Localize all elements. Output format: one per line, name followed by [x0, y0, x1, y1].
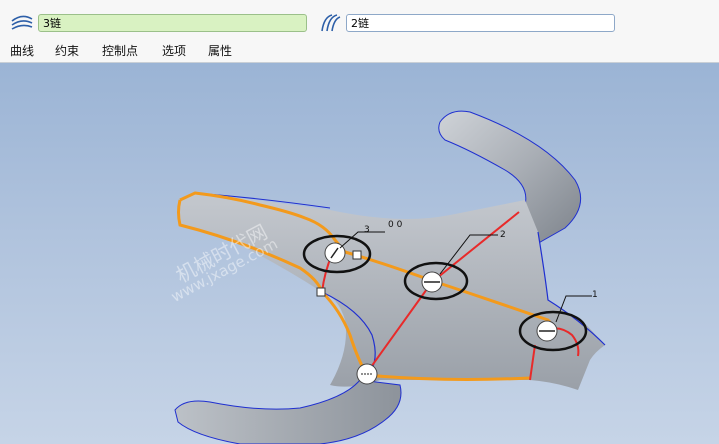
- model-canvas[interactable]: [0, 63, 719, 444]
- menu-properties[interactable]: 属性: [208, 42, 232, 59]
- handle-2[interactable]: [421, 271, 443, 293]
- point-marker[interactable]: [352, 250, 362, 260]
- chain-toolbar: [0, 0, 719, 38]
- chain-curve-icon: [318, 13, 342, 33]
- menu-bar: 曲线 约束 控制点 选项 属性: [0, 38, 719, 63]
- label-0-0: 0 0: [388, 220, 403, 230]
- chain-curve-icon: [10, 13, 34, 33]
- surface-arm-lower: [174, 379, 402, 444]
- menu-constraints[interactable]: 约束: [55, 42, 79, 59]
- label-2: 2: [500, 230, 506, 240]
- point-marker[interactable]: [316, 287, 326, 297]
- chain-2-field[interactable]: [346, 14, 615, 32]
- handle-lower[interactable]: [356, 363, 378, 385]
- chain-1-field[interactable]: [38, 14, 307, 32]
- handle-1[interactable]: [536, 320, 558, 342]
- label-3: 3: [364, 225, 370, 235]
- menu-curves[interactable]: 曲线: [10, 42, 34, 59]
- label-1: 1: [592, 290, 598, 300]
- menu-options[interactable]: 选项: [162, 42, 186, 59]
- model-viewport[interactable]: 3 0 0 2 1 机械时代网 www.jxage.com: [0, 63, 719, 444]
- menu-control-points[interactable]: 控制点: [102, 42, 138, 59]
